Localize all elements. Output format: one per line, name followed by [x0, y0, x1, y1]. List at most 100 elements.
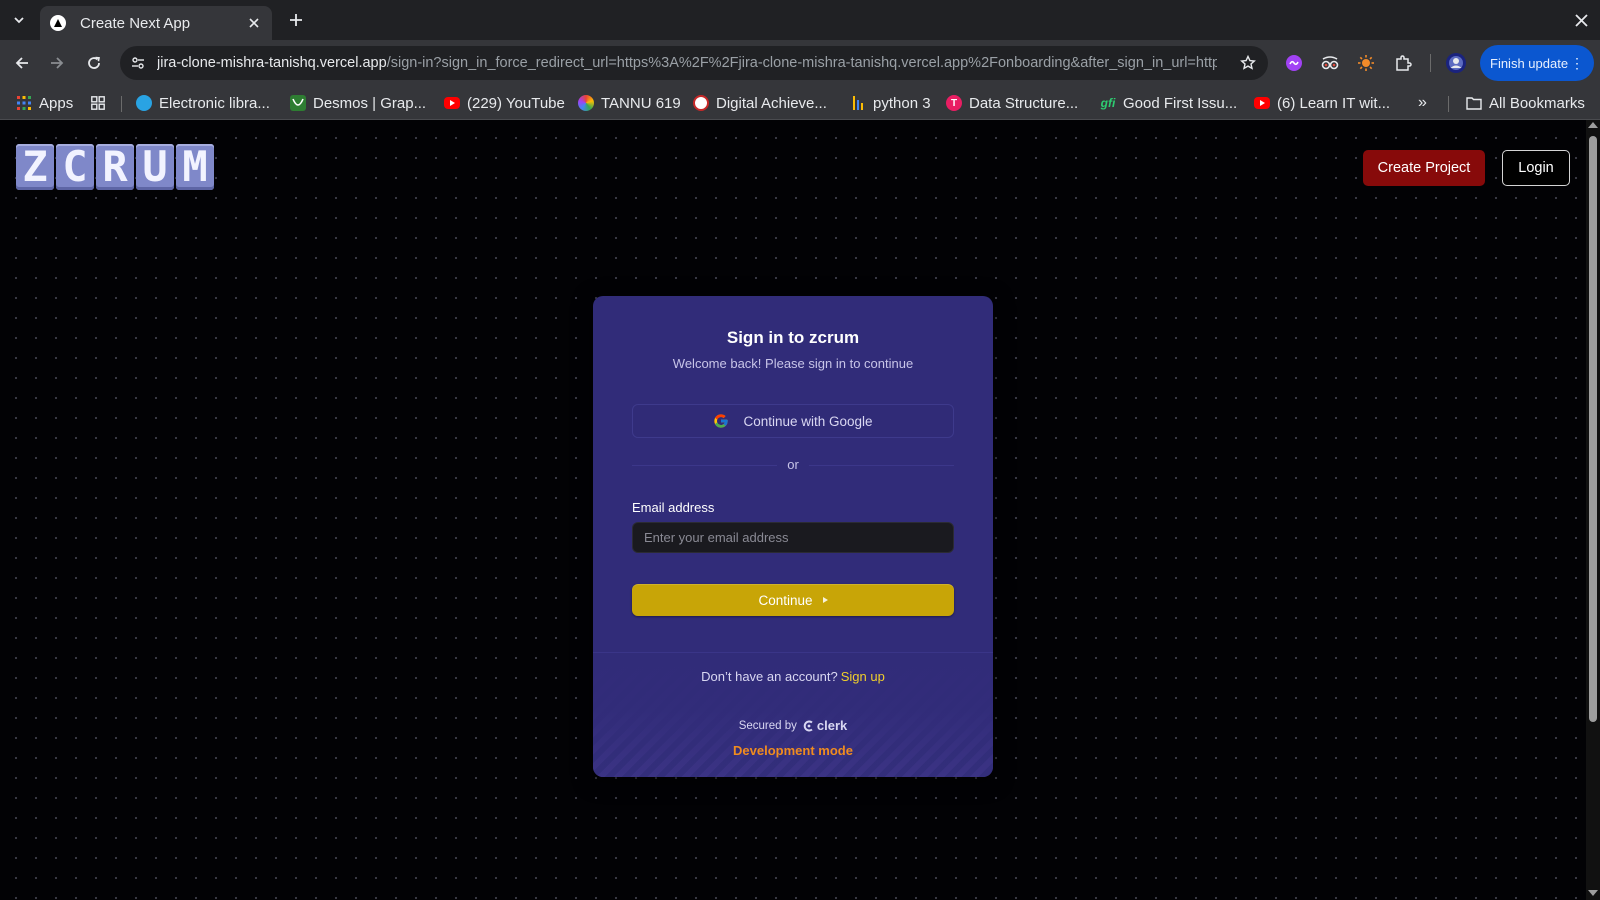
bookmark-tannu[interactable]: TANNU 619 — [578, 92, 681, 114]
caret-right-icon — [822, 597, 828, 603]
all-bookmarks-label: All Bookmarks — [1489, 94, 1585, 112]
bookmark-label: TANNU 619 — [601, 94, 681, 112]
page-viewport: Z C R U M Create Project Login Sign in t… — [0, 120, 1600, 900]
bookmark-label: (229) YouTube — [467, 94, 565, 112]
close-tab-button[interactable] — [244, 13, 264, 33]
finish-update-button[interactable]: Finish update ⋮ — [1480, 45, 1594, 81]
sign-in-title: Sign in to zcrum — [726, 328, 860, 347]
login-button[interactable]: Login — [1502, 150, 1570, 186]
tab-active[interactable]: Create Next App — [40, 6, 272, 40]
extension-sun-icon[interactable] — [1354, 51, 1378, 75]
bookmark-youtube[interactable]: (229) YouTube — [444, 92, 565, 114]
clerk-wordmark: clerk — [816, 718, 848, 733]
browser-toolbar: jira-clone-mishra-tanishq.vercel.app/sig… — [0, 40, 1600, 86]
bookmark-good-first-issue[interactable]: gfi Good First Issu... — [1100, 92, 1238, 114]
data-structure-icon: T — [946, 95, 962, 111]
tab-strip: Create Next App — [0, 0, 1600, 40]
no-account-row: Don’t have an account? Sign up — [593, 669, 993, 684]
bookmark-label: Good First Issu... — [1123, 94, 1238, 112]
more-vert-icon: ⋮ — [1570, 55, 1584, 71]
secured-by-clerk: Secured by clerk — [593, 718, 993, 733]
continue-button-label: Continue — [758, 592, 813, 608]
site-info-icon[interactable] — [128, 53, 148, 73]
youtube-icon — [1254, 97, 1270, 109]
python-bars-icon — [850, 95, 866, 111]
bookmark-desmos[interactable]: Desmos | Grap... — [290, 92, 426, 114]
forward-icon — [51, 57, 64, 69]
continue-with-google-button[interactable]: Continue with Google — [632, 404, 954, 438]
development-mode-badge: Development mode — [733, 743, 853, 758]
bookmark-label: Data Structure... — [969, 94, 1079, 112]
bookmarks-overflow-button[interactable]: » — [1418, 92, 1427, 114]
gfi-icon: gfi — [1100, 96, 1116, 110]
tab-search-button[interactable] — [6, 8, 32, 32]
profile-icon — [1446, 53, 1466, 73]
secured-by-text: Secured by — [738, 719, 797, 732]
bookmark-electronic-library[interactable]: Electronic libra... — [136, 92, 270, 114]
swirl-icon — [578, 95, 594, 111]
bookmark-label: (6) Learn IT wit... — [1277, 94, 1391, 112]
chevron-down-icon — [14, 17, 24, 24]
bookmark-separator — [1448, 96, 1449, 112]
sign-up-link[interactable]: Sign up — [841, 669, 885, 684]
plus-icon — [290, 14, 302, 26]
google-button-label: Continue with Google — [743, 413, 873, 429]
create-project-button[interactable]: Create Project — [1363, 150, 1485, 186]
extension-purple-icon[interactable] — [1282, 51, 1306, 75]
logo-letter: Z — [16, 144, 54, 190]
bookmark-digital-achieve[interactable]: Digital Achieve... — [693, 92, 827, 114]
address-bar[interactable]: jira-clone-mishra-tanishq.vercel.app/sig… — [120, 46, 1268, 80]
scroll-up-arrow[interactable] — [1588, 122, 1598, 128]
scrollbar-thumb[interactable] — [1589, 136, 1597, 722]
bookmark-data-structure[interactable]: T Data Structure... — [946, 92, 1078, 114]
nextjs-favicon-icon — [50, 15, 66, 31]
continue-button[interactable]: Continue — [632, 584, 954, 616]
bookmark-label: Electronic libra... — [159, 94, 270, 112]
url-host: jira-clone-mishra-tanishq.vercel.app — [157, 55, 387, 71]
bookmark-label: Desmos | Grap... — [313, 94, 427, 112]
bookmark-label: python 3 — [873, 94, 931, 112]
email-input[interactable] — [632, 522, 954, 553]
reload-button[interactable] — [82, 51, 106, 75]
back-icon — [15, 57, 28, 69]
window-close-button[interactable] — [1570, 9, 1592, 31]
close-icon — [249, 18, 259, 28]
bookmark-separator — [121, 96, 122, 112]
bookmark-apps[interactable]: Apps — [16, 92, 73, 114]
bookmark-learn-it[interactable]: (6) Learn IT wit... — [1254, 92, 1390, 114]
bookmark-tab-groups[interactable] — [90, 92, 113, 114]
emblem-icon — [693, 95, 709, 111]
reload-icon — [88, 56, 100, 69]
sign-in-card-footer: Don’t have an account? Sign up Secured by… — [593, 652, 993, 777]
all-bookmarks-button[interactable]: All Bookmarks — [1466, 92, 1585, 114]
bookmark-python[interactable]: python 3 — [850, 92, 931, 114]
profile-button[interactable] — [1444, 51, 1468, 75]
toolbar-divider — [1430, 54, 1431, 72]
tab-groups-icon — [90, 95, 106, 111]
zcrum-logo[interactable]: Z C R U M — [16, 144, 214, 190]
email-label: Email address — [632, 500, 715, 515]
youtube-icon — [444, 97, 460, 109]
double-chevron-right-icon: » — [1418, 94, 1427, 111]
scroll-down-arrow[interactable] — [1588, 890, 1598, 896]
no-account-text: Don’t have an account? — [701, 669, 838, 684]
clerk-icon — [803, 720, 813, 731]
logo-letter: C — [56, 144, 94, 190]
folder-icon — [1466, 95, 1482, 111]
close-icon — [1574, 13, 1588, 27]
extension-glasses-icon[interactable] — [1318, 51, 1342, 75]
new-tab-button[interactable] — [282, 8, 310, 32]
bookmark-star-button[interactable] — [1238, 53, 1258, 73]
forward-button[interactable] — [45, 51, 69, 75]
sign-in-card: Sign in to zcrum Welcome back! Please si… — [593, 296, 993, 777]
back-button[interactable] — [10, 51, 34, 75]
desmos-icon — [290, 95, 306, 111]
logo-letter: U — [136, 144, 174, 190]
extensions-button[interactable] — [1391, 51, 1415, 75]
logo-letter: R — [96, 144, 134, 190]
clerk-logo[interactable]: clerk — [803, 718, 847, 733]
url-path: /sign-in?sign_in_force_redirect_url=http… — [386, 55, 1217, 71]
sign-in-subtitle: Welcome back! Please sign in to continue — [672, 356, 914, 371]
page-scrollbar[interactable] — [1586, 120, 1600, 900]
bookmark-label: Apps — [39, 94, 74, 112]
